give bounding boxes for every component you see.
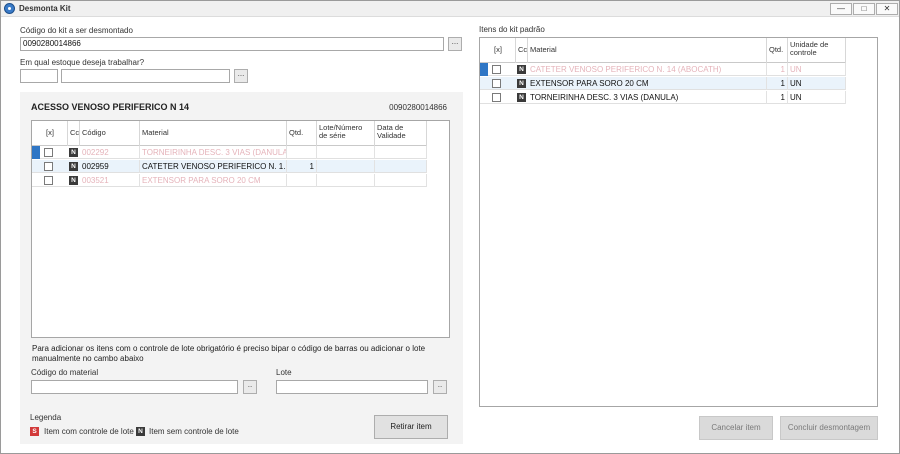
cell-qty: 1 xyxy=(767,91,788,104)
maximize-button[interactable]: □ xyxy=(853,3,875,15)
standard-items-grid: [x] Cc Material Qtd. Unidade de controle… xyxy=(479,37,878,407)
cell-unit: UN xyxy=(788,63,846,76)
row-checkbox[interactable] xyxy=(44,162,53,171)
row-indicator xyxy=(32,146,40,159)
legend-title: Legenda xyxy=(30,413,62,422)
cell-unit: UN xyxy=(788,77,846,90)
lot-lookup-button[interactable]: .. xyxy=(433,380,447,394)
kit-grid-header: [x] Cc Código Material Qtd. Lote/Número … xyxy=(32,121,427,146)
table-row[interactable]: N 003521 EXTENSOR PARA SORO 20 CM xyxy=(32,174,427,187)
cell-material: EXTENSOR PARA SORO 20 CM xyxy=(528,77,767,90)
app-icon xyxy=(4,3,15,14)
col-material[interactable]: Material xyxy=(140,121,287,146)
stock-code-input[interactable] xyxy=(20,69,58,83)
table-row[interactable]: N CATETER VENOSO PERIFERICO N. 14 (ABOCA… xyxy=(480,63,846,76)
cell-material: CATETER VENOSO PERIFERICO N. 14 (ABOCATH… xyxy=(528,63,767,76)
col-qty[interactable]: Qtd. xyxy=(767,38,788,63)
lot-control-badge: N xyxy=(69,148,78,157)
row-indicator xyxy=(480,63,488,76)
window-title: Desmonta Kit xyxy=(19,4,71,13)
finish-disassembly-button[interactable]: Concluir desmontagem xyxy=(780,416,878,440)
cell-code: 003521 xyxy=(80,174,140,187)
col-unit[interactable]: Unidade de controle xyxy=(788,38,846,63)
row-checkbox[interactable] xyxy=(492,79,501,88)
standard-grid-header: [x] Cc Material Qtd. Unidade de controle xyxy=(480,38,846,63)
col-lot[interactable]: Lote/Número de série xyxy=(317,121,375,146)
col-qty[interactable]: Qtd. xyxy=(287,121,317,146)
cell-qty: 1 xyxy=(767,63,788,76)
stock-name-input[interactable] xyxy=(61,69,230,83)
cell-qty[interactable]: 1 xyxy=(287,160,317,173)
row-checkbox[interactable] xyxy=(492,93,501,102)
stock-label: Em qual estoque deseja trabalhar? xyxy=(20,58,145,67)
cell-material: TORNEIRINHA DESC. 3 VIAS (DANULA) xyxy=(528,91,767,104)
lot-controlled-badge: S xyxy=(30,427,39,436)
legend-lot-controlled-text: Item com controle de lote xyxy=(44,427,134,436)
no-lot-control-badge: N xyxy=(136,427,145,436)
cell-code: 002959 xyxy=(80,160,140,173)
lot-control-badge: N xyxy=(517,65,526,74)
cell-validity[interactable] xyxy=(375,160,427,173)
cell-code: 002292 xyxy=(80,146,140,159)
cell-validity[interactable] xyxy=(375,174,427,187)
cell-qty[interactable] xyxy=(287,146,317,159)
material-code-input[interactable] xyxy=(31,380,238,394)
cell-qty[interactable] xyxy=(287,174,317,187)
minimize-button[interactable]: — xyxy=(830,3,852,15)
remove-item-button[interactable]: Retirar item xyxy=(374,415,448,439)
cell-lot[interactable] xyxy=(317,146,375,159)
cell-lot[interactable] xyxy=(317,160,375,173)
material-code-lookup-button[interactable]: .. xyxy=(243,380,257,394)
cell-material: EXTENSOR PARA SORO 20 CM xyxy=(140,174,287,187)
kit-code-lookup-button[interactable]: ... xyxy=(448,37,462,51)
title-bar: Desmonta Kit — □ ✕ xyxy=(1,1,899,17)
standard-items-label: Itens do kit padrão xyxy=(479,25,545,34)
col-validity[interactable]: Data de Validade xyxy=(375,121,427,146)
table-row[interactable]: N 002959 CATETER VENOSO PERIFERICO N. 1.… xyxy=(32,160,427,173)
kit-code-display: 0090280014866 xyxy=(389,103,447,112)
legend-no-lot-control-text: Item sem controle de lote xyxy=(149,427,239,436)
stock-lookup-button[interactable]: ... xyxy=(234,69,248,83)
material-code-label: Código do material xyxy=(31,368,99,377)
row-checkbox[interactable] xyxy=(44,176,53,185)
lot-control-badge: N xyxy=(69,162,78,171)
col-cc[interactable]: Cc xyxy=(68,121,80,146)
table-row[interactable]: N 002292 TORNEIRINHA DESC. 3 VIAS (DANUL… xyxy=(32,146,427,159)
col-code[interactable]: Código xyxy=(80,121,140,146)
lot-instructions: Para adicionar os itens com o controle d… xyxy=(32,344,426,363)
lot-label: Lote xyxy=(276,368,292,377)
cell-qty: 1 xyxy=(767,77,788,90)
cancel-item-button[interactable]: Cancelar item xyxy=(699,416,773,440)
kit-panel: ACESSO VENOSO PERIFERICO N 14 0090280014… xyxy=(20,92,463,444)
cell-unit: UN xyxy=(788,91,846,104)
cell-material: CATETER VENOSO PERIFERICO N. 1... xyxy=(142,160,287,173)
kit-title: ACESSO VENOSO PERIFERICO N 14 xyxy=(31,102,190,112)
lot-control-badge: N xyxy=(517,79,526,88)
table-row[interactable]: N EXTENSOR PARA SORO 20 CM 1 UN xyxy=(480,77,846,90)
cell-material: TORNEIRINHA DESC. 3 VIAS (DANULA) xyxy=(142,146,287,159)
desmonta-kit-window: Desmonta Kit — □ ✕ Código do kit a ser d… xyxy=(0,0,900,454)
row-checkbox[interactable] xyxy=(492,65,501,74)
row-checkbox[interactable] xyxy=(44,148,53,157)
col-check[interactable]: [x] xyxy=(480,38,516,63)
col-check[interactable]: [x] xyxy=(32,121,68,146)
col-cc[interactable]: Cc xyxy=(516,38,528,63)
kit-items-grid: [x] Cc Código Material Qtd. Lote/Número … xyxy=(31,120,450,338)
lot-control-badge: N xyxy=(69,176,78,185)
lot-input[interactable] xyxy=(276,380,428,394)
kit-code-label: Código do kit a ser desmontado xyxy=(20,26,133,35)
close-button[interactable]: ✕ xyxy=(876,3,898,15)
col-material[interactable]: Material xyxy=(528,38,767,63)
kit-code-input[interactable]: 0090280014866 xyxy=(20,37,444,51)
lot-control-badge: N xyxy=(517,93,526,102)
cell-validity[interactable] xyxy=(375,146,427,159)
table-row[interactable]: N TORNEIRINHA DESC. 3 VIAS (DANULA) 1 UN xyxy=(480,91,846,104)
cell-lot[interactable] xyxy=(317,174,375,187)
